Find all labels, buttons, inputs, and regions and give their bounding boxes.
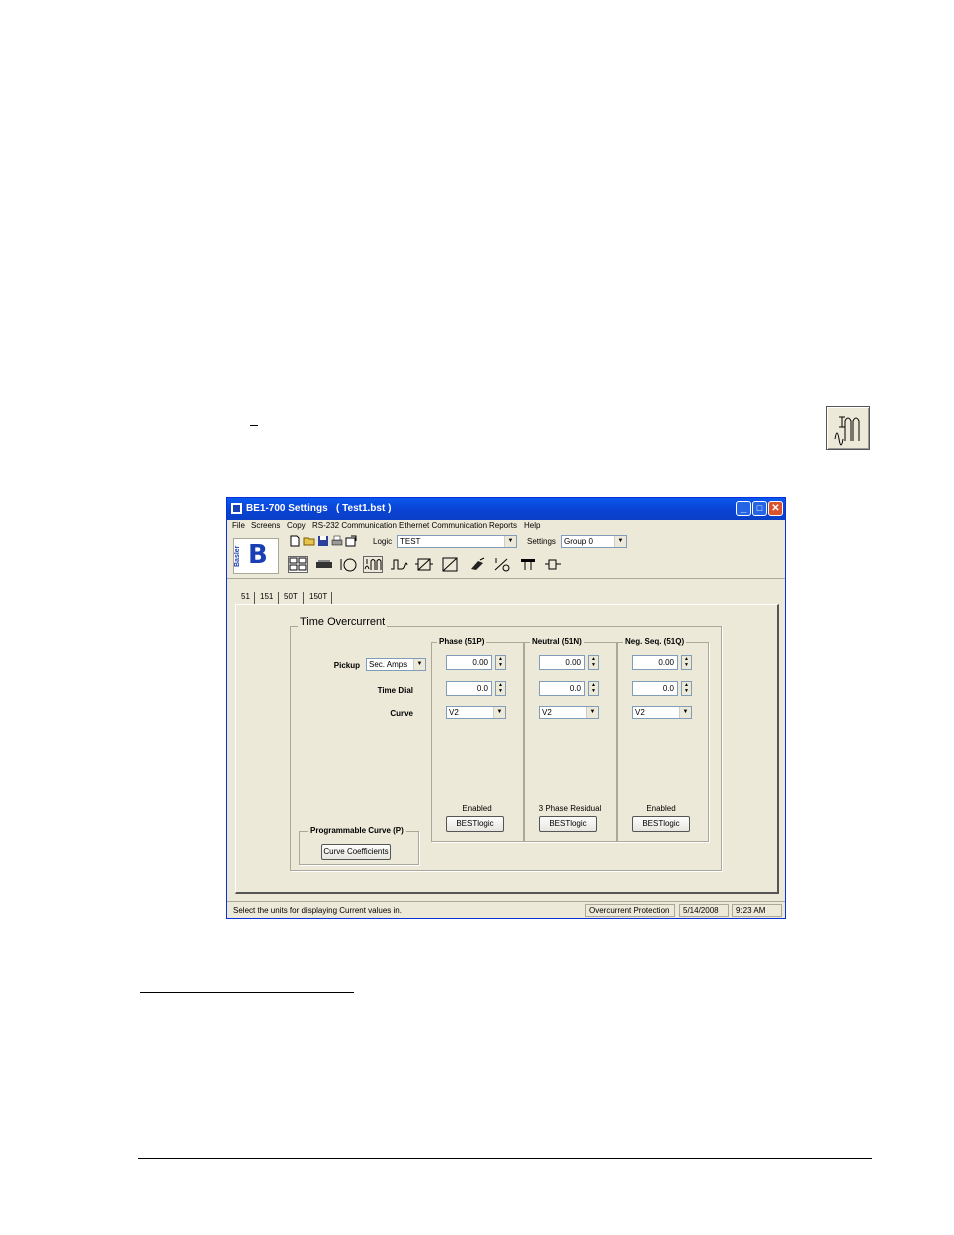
phase-pickup-spinner[interactable] xyxy=(495,655,506,670)
chevron-down-icon: ▼ xyxy=(586,707,598,718)
menu-ethernet-communication[interactable]: Ethernet Communication xyxy=(399,521,487,530)
footer-rule xyxy=(138,1158,872,1159)
general-settings-icon[interactable] xyxy=(288,556,308,573)
chevron-down-icon: ▼ xyxy=(413,659,425,670)
tab-separator xyxy=(254,592,255,604)
neutral-curve-select[interactable]: V2 ▼ xyxy=(539,706,599,719)
basler-logo: Basler B xyxy=(233,538,279,574)
neutral-bestlogic-button[interactable]: BESTlogic xyxy=(539,816,597,832)
settings-group-select[interactable]: Group 0 ▼ xyxy=(561,535,627,548)
settings-window: BE1-700 Settings ( Test1.bst ) _ □ ✕ Fil… xyxy=(226,497,786,919)
time-dial-label: Time Dial xyxy=(377,686,413,695)
neg-seq-status: Enabled xyxy=(646,804,676,813)
minimize-button[interactable]: _ xyxy=(736,501,751,516)
neg-seq-pickup-input[interactable]: 0.00 xyxy=(632,655,678,670)
logic-label: Logic xyxy=(373,537,393,546)
tab-separator xyxy=(303,592,304,604)
neg-seq-curve-select[interactable]: V2 ▼ xyxy=(632,706,692,719)
neutral-51n-title: Neutral (51N) xyxy=(530,637,584,646)
window-title: BE1-700 Settings ( Test1.bst ) xyxy=(246,503,392,514)
pickup-units-select[interactable]: Sec. Amps ▼ xyxy=(366,658,426,671)
breaker-monitoring-icon[interactable] xyxy=(467,556,487,573)
time-overcurrent-icon xyxy=(826,406,870,450)
chevron-down-icon: ▼ xyxy=(504,536,516,547)
oscillograph-icon[interactable] xyxy=(338,556,358,573)
menu-file[interactable]: File xyxy=(232,521,245,530)
tab-separator xyxy=(278,592,279,604)
transformer-icon[interactable] xyxy=(440,556,460,573)
phase-status: Enabled xyxy=(462,804,492,813)
menu-rs232-communication[interactable]: RS-232 Communication xyxy=(312,521,397,530)
menu-help[interactable]: Help xyxy=(524,521,540,530)
tab-51[interactable]: 51 xyxy=(237,590,254,604)
status-time: 9:23 AM xyxy=(732,904,782,917)
phase-curve-select[interactable]: V2 ▼ xyxy=(446,706,506,719)
close-button[interactable]: ✕ xyxy=(768,501,783,516)
maximize-button[interactable]: □ xyxy=(752,501,767,516)
chevron-down-icon: ▼ xyxy=(614,536,626,547)
tab-separator xyxy=(331,592,332,604)
neg-seq-bestlogic-button[interactable]: BESTlogic xyxy=(632,816,690,832)
logic-select[interactable]: TEST ▼ xyxy=(397,535,517,548)
chevron-down-icon: ▼ xyxy=(493,707,505,718)
properties-icon[interactable] xyxy=(344,535,358,549)
neutral-pickup-input[interactable]: 0.00 xyxy=(539,655,585,670)
curve-label: Curve xyxy=(390,709,413,718)
phase-time-dial-input[interactable]: 0.0 xyxy=(446,681,492,696)
app-icon xyxy=(231,503,242,514)
phase-51p-title: Phase (51P) xyxy=(437,637,487,646)
phase-pickup-input[interactable]: 0.00 xyxy=(446,655,492,670)
status-hint: Select the units for displaying Current … xyxy=(233,906,402,915)
tab-151[interactable]: 151 xyxy=(256,590,277,604)
status-date: 5/14/2008 xyxy=(679,904,729,917)
menu-reports[interactable]: Reports xyxy=(489,521,517,530)
breaker-icon[interactable] xyxy=(491,556,511,573)
plug-icon[interactable] xyxy=(543,556,563,573)
neutral-time-dial-input[interactable]: 0.0 xyxy=(539,681,585,696)
test-contacts-icon[interactable] xyxy=(518,556,538,573)
voltage-icon[interactable] xyxy=(414,556,434,573)
phase-bestlogic-button[interactable]: BESTlogic xyxy=(446,816,504,832)
programmable-curve-title: Programmable Curve (P) xyxy=(308,826,406,835)
neutral-pickup-spinner[interactable] xyxy=(588,655,599,670)
tab-150t[interactable]: 150T xyxy=(305,590,331,604)
curve-coefficients-button[interactable]: Curve Coefficients xyxy=(321,844,391,860)
phase-time-dial-spinner[interactable] xyxy=(495,681,506,696)
toolbar: Basler B Logic TEST ▼ Settings Group 0 ▼ xyxy=(227,533,785,579)
menu-copy[interactable]: Copy xyxy=(287,521,306,530)
group-title: Time Overcurrent xyxy=(298,616,388,628)
neg-seq-pickup-spinner[interactable] xyxy=(681,655,692,670)
open-folder-icon[interactable] xyxy=(302,535,316,549)
print-icon[interactable] xyxy=(330,535,344,549)
text-dash xyxy=(250,425,258,426)
neg-seq-51q-title: Neg. Seq. (51Q) xyxy=(623,637,687,646)
new-file-icon[interactable] xyxy=(288,535,302,549)
neutral-status: 3 Phase Residual xyxy=(538,804,602,813)
status-screen: Overcurrent Protection xyxy=(585,904,675,917)
save-icon[interactable] xyxy=(316,535,330,549)
time-overcurrent-tool-icon[interactable] xyxy=(363,556,383,573)
title-bar: BE1-700 Settings ( Test1.bst ) _ □ ✕ xyxy=(227,498,785,520)
settings-label: Settings xyxy=(527,537,556,546)
status-bar: Select the units for displaying Current … xyxy=(227,901,785,918)
footnote-rule xyxy=(140,992,354,993)
menu-screens[interactable]: Screens xyxy=(251,521,280,530)
pickup-label: Pickup xyxy=(333,661,360,670)
neutral-time-dial-spinner[interactable] xyxy=(588,681,599,696)
communication-icon[interactable] xyxy=(314,556,334,573)
pulse-icon[interactable] xyxy=(389,556,409,573)
neg-seq-time-dial-spinner[interactable] xyxy=(681,681,692,696)
chevron-down-icon: ▼ xyxy=(679,707,691,718)
neg-seq-time-dial-input[interactable]: 0.0 xyxy=(632,681,678,696)
menu-bar: File Screens Copy RS-232 Communication E… xyxy=(227,520,785,533)
tab-50t[interactable]: 50T xyxy=(280,590,302,604)
